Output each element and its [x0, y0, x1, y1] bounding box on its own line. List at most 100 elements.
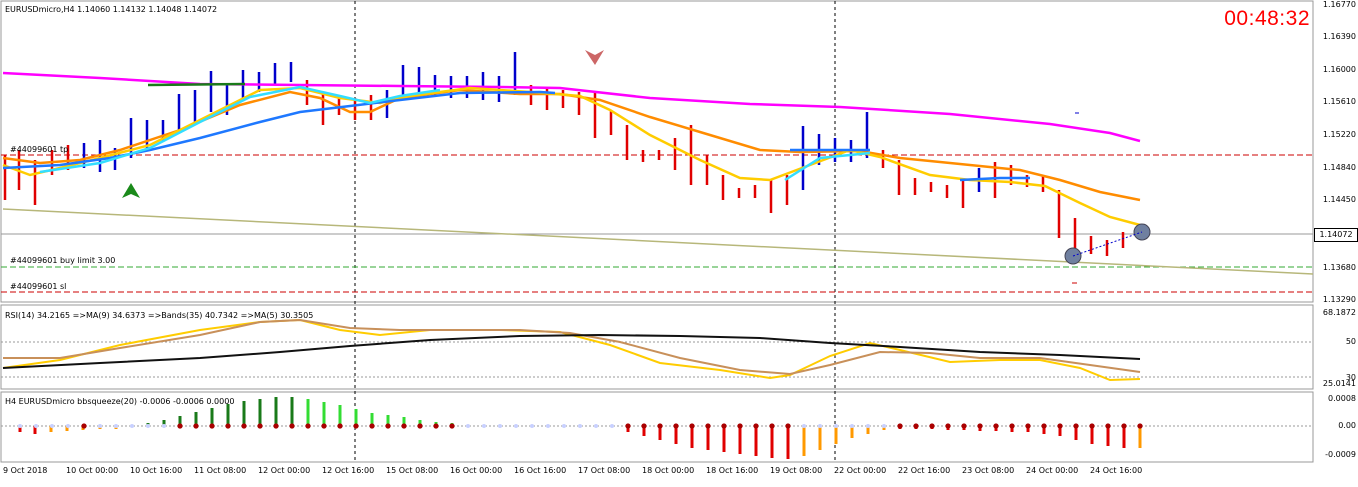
- buy-limit-label: #44099601 buy limit 3.00: [10, 256, 116, 265]
- period-separators: [354, 1, 836, 462]
- price-label: 1.16390: [1322, 32, 1356, 41]
- rsi-level-label: 68.1872: [1322, 308, 1356, 317]
- squeeze-dot: [50, 424, 54, 428]
- squeeze-dot: [514, 424, 518, 428]
- squeeze-dot: [417, 423, 423, 429]
- squeeze-dot: [1009, 423, 1015, 429]
- squeeze-dot: [802, 424, 806, 428]
- squeeze-dot: [610, 424, 614, 428]
- ma-magenta-line: [2, 71, 1141, 143]
- squeeze-dot: [209, 423, 215, 429]
- squeeze-dot: [993, 423, 999, 429]
- price-label: 1.15220: [1322, 130, 1356, 139]
- squeeze-dot: [66, 424, 70, 428]
- squeeze-dot: [177, 423, 183, 429]
- price-bars: [3, 52, 1141, 284]
- ma-yellow-line: [2, 86, 1141, 227]
- price-label: 1.14450: [1322, 195, 1356, 204]
- price-label: 1.16000: [1322, 65, 1356, 74]
- squeeze-dot: [401, 423, 407, 429]
- squeeze-dot: [977, 423, 983, 429]
- squeeze-dot: [1057, 423, 1063, 429]
- squeeze-dot: [689, 423, 695, 429]
- squeeze-dot: [1105, 423, 1111, 429]
- squeeze-dot: [193, 423, 199, 429]
- squeeze-dot: [289, 423, 295, 429]
- time-label: 23 Oct 08:00: [962, 466, 1015, 475]
- squeeze-dot: [897, 423, 903, 429]
- time-label: 17 Oct 08:00: [578, 466, 631, 475]
- squeeze-dot: [945, 423, 951, 429]
- squeeze-dot: [785, 423, 791, 429]
- symbol-header: EURUSDmicro,H4 1.14060 1.14132 1.14048 1…: [5, 5, 218, 14]
- rsi-header: RSI(14) 34.2165 =>MA(9) 34.6373 =>Bands(…: [5, 311, 314, 320]
- squeeze-dot: [737, 423, 743, 429]
- main-panel-frame: [0, 0, 1314, 303]
- squeeze-level-label: -0.0009: [1325, 450, 1356, 459]
- tp-label: #44099601 tp: [10, 145, 69, 154]
- squeeze-dot: [34, 424, 38, 428]
- squeeze-dot: [705, 423, 711, 429]
- squeeze-dot: [146, 424, 150, 428]
- squeeze-dot: [1137, 423, 1143, 429]
- squeeze-dot: [961, 423, 967, 429]
- squeeze-dot: [594, 424, 598, 428]
- squeeze-dot: [530, 424, 534, 428]
- squeeze-dot: [385, 423, 391, 429]
- ma-blue-line: [2, 90, 556, 170]
- price-label: 1.13680: [1322, 263, 1356, 272]
- squeeze-level-label: 0.00: [1338, 421, 1356, 430]
- moving-averages: [2, 71, 1141, 227]
- rsi-ma-line: [3, 318, 1141, 376]
- time-label: 16 Oct 16:00: [514, 466, 567, 475]
- candle-timer: 00:48:32: [1224, 7, 1310, 30]
- squeeze-dot: [305, 423, 311, 429]
- squeeze-dot: [466, 424, 470, 428]
- squeeze-dot: [673, 423, 679, 429]
- squeeze-dot: [850, 424, 854, 428]
- rsi-level-label: 50: [1345, 337, 1356, 346]
- squeeze-dot: [98, 424, 102, 428]
- squeeze-histogram: [18, 397, 1143, 459]
- squeeze-dot: [546, 424, 550, 428]
- squeeze-dot: [114, 424, 118, 428]
- squeeze-dot: [162, 424, 166, 428]
- time-label: 10 Oct 00:00: [66, 466, 119, 475]
- time-label: 11 Oct 08:00: [194, 466, 247, 475]
- squeeze-dot: [241, 423, 247, 429]
- price-label: 1.13290: [1322, 295, 1356, 304]
- squeeze-dot: [625, 423, 631, 429]
- squeeze-dot: [753, 423, 759, 429]
- squeeze-header: H4 EURUSDmicro bbsqueeze(20) -0.0006 -0.…: [5, 397, 235, 406]
- squeeze-dot: [834, 424, 838, 428]
- squeeze-dot: [769, 423, 775, 429]
- squeeze-dot: [1073, 423, 1079, 429]
- squeeze-dot: [369, 423, 375, 429]
- squeeze-dot: [641, 423, 647, 429]
- squeeze-dot: [482, 424, 486, 428]
- buy-arrow-icon: [122, 183, 140, 198]
- squeeze-dot: [866, 424, 870, 428]
- squeeze-level-label: 0.0008: [1328, 394, 1356, 403]
- chart-canvas[interactable]: [0, 0, 1358, 483]
- sl-label: #44099601 sl: [10, 282, 67, 291]
- squeeze-dot: [1025, 423, 1031, 429]
- squeeze-dot: [818, 424, 822, 428]
- time-label: 15 Oct 08:00: [386, 466, 439, 475]
- time-label: 19 Oct 08:00: [770, 466, 823, 475]
- squeeze-dot: [913, 423, 919, 429]
- squeeze-dot: [225, 423, 231, 429]
- current-price-tag: 1.14072: [1314, 228, 1358, 242]
- squeeze-dot: [257, 423, 263, 429]
- chart-window[interactable]: EURUSDmicro,H4 1.14060 1.14132 1.14048 1…: [0, 0, 1358, 483]
- squeeze-dot: [929, 423, 935, 429]
- squeeze-dot: [882, 424, 886, 428]
- squeeze-dot: [657, 423, 663, 429]
- time-label: 18 Oct 16:00: [706, 466, 759, 475]
- squeeze-dot: [130, 424, 134, 428]
- time-label: 24 Oct 16:00: [1090, 466, 1143, 475]
- price-label: 1.15610: [1322, 97, 1356, 106]
- squeeze-dot: [578, 424, 582, 428]
- squeeze-dot: [321, 423, 327, 429]
- squeeze-dot: [1089, 423, 1095, 429]
